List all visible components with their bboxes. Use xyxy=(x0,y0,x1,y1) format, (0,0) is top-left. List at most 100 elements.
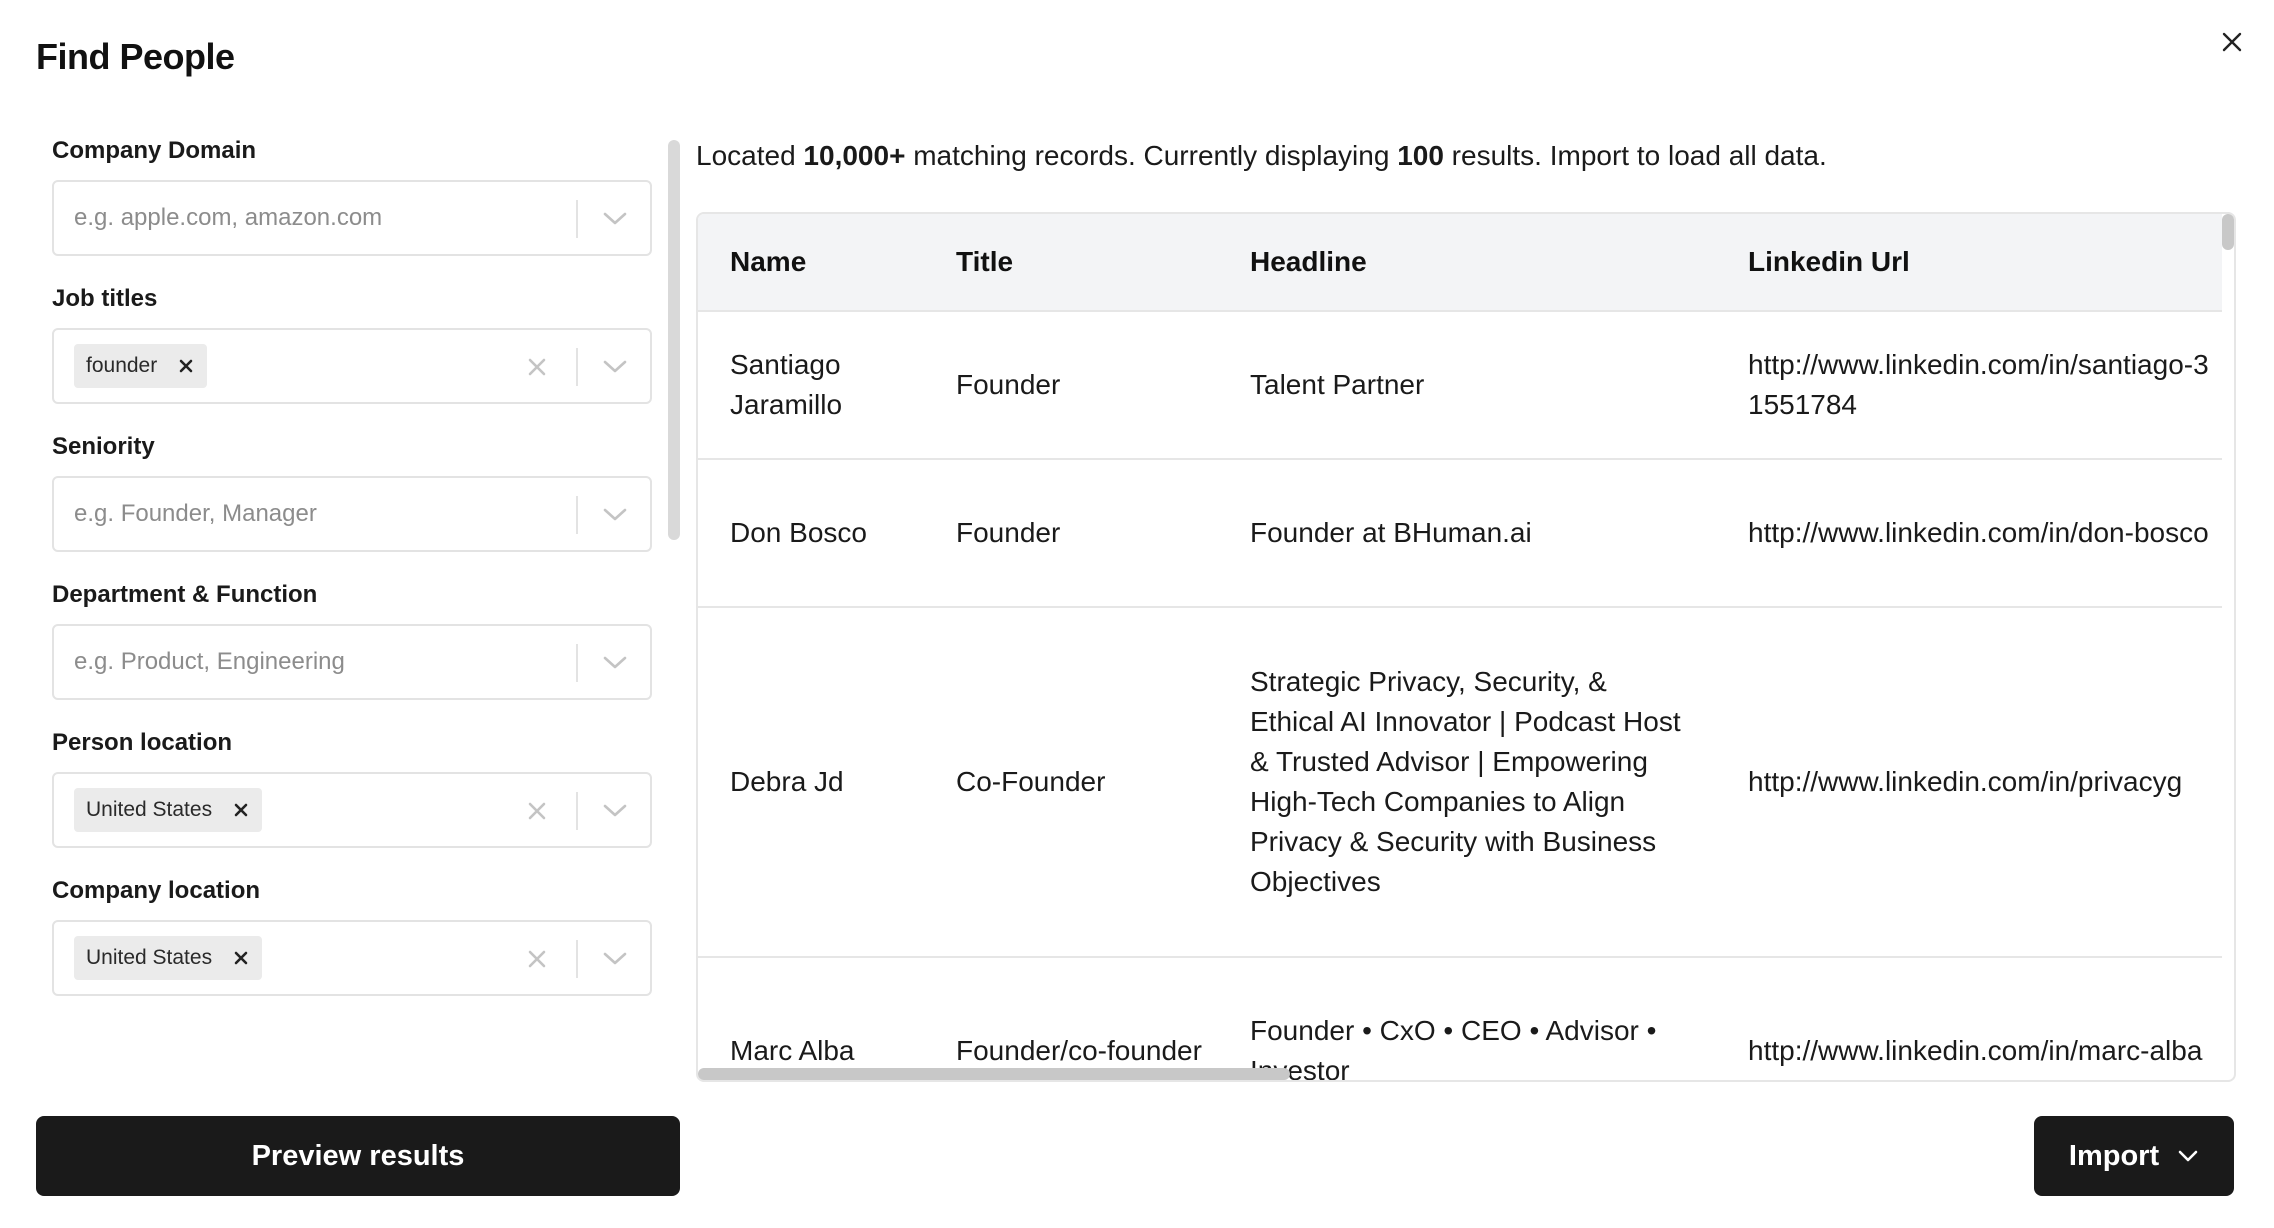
filter-label: Company location xyxy=(52,877,261,904)
select-divider xyxy=(576,348,578,386)
column-header-linkedin-url[interactable]: Linkedin Url xyxy=(1748,214,2222,310)
chevron-down-icon xyxy=(603,952,627,965)
cell-name: Don Bosco xyxy=(730,517,867,548)
table-vertical-scrollbar[interactable] xyxy=(2222,214,2234,250)
chevron-down-icon xyxy=(2178,1150,2198,1162)
filter-department-function: Department & Function e.g. Product, Engi… xyxy=(52,580,652,700)
column-header-headline[interactable]: Headline xyxy=(1250,214,1690,310)
company-location-select[interactable]: United States xyxy=(52,920,652,996)
chevron-down-icon xyxy=(603,508,627,521)
cell-name: Marc Alba xyxy=(730,1035,855,1066)
dropdown-toggle[interactable] xyxy=(598,204,632,234)
dropdown-toggle[interactable] xyxy=(598,352,632,382)
dropdown-toggle[interactable] xyxy=(598,944,632,974)
table-row[interactable]: Debra Jd Co-Founder Strategic Privacy, S… xyxy=(698,608,2222,958)
cell-headline: Founder at BHuman.ai xyxy=(1250,517,1532,548)
summary-shown: 100 xyxy=(1397,140,1444,171)
filter-label: Company Domain xyxy=(52,137,257,164)
select-divider xyxy=(576,792,578,830)
clear-button[interactable] xyxy=(520,350,554,384)
tag-remove-icon xyxy=(234,951,248,965)
select-divider xyxy=(576,200,578,238)
filters-panel: Company Domain e.g. apple.com, amazon.co… xyxy=(52,136,652,1076)
tag-label: founder xyxy=(86,354,158,377)
clear-icon xyxy=(528,802,546,820)
close-icon xyxy=(2222,32,2242,52)
job-titles-select[interactable]: founder xyxy=(52,328,652,404)
cell-linkedin-url[interactable]: http://www.linkedin.com/in/marc-alba xyxy=(1748,958,2222,1080)
cell-title: Founder xyxy=(956,517,1061,548)
table-horizontal-scrollbar[interactable] xyxy=(698,1068,1290,1080)
select-placeholder: e.g. Founder, Manager xyxy=(74,500,317,527)
filter-label: Seniority xyxy=(52,433,155,460)
select-placeholder: e.g. Product, Engineering xyxy=(74,648,345,675)
selected-tag: founder xyxy=(74,344,208,388)
filters-scrollbar[interactable] xyxy=(668,140,680,540)
clear-icon xyxy=(528,950,546,968)
summary-prefix: Located xyxy=(696,140,804,171)
import-button[interactable]: Import xyxy=(2034,1116,2234,1196)
results-table: Name Title Headline Linkedin Url Santiag… xyxy=(696,212,2236,1082)
chevron-down-icon xyxy=(603,804,627,817)
tag-label: United States xyxy=(86,946,213,969)
department-select[interactable]: e.g. Product, Engineering xyxy=(52,624,652,700)
clear-icon xyxy=(528,358,546,376)
cell-title: Co-Founder xyxy=(956,766,1106,797)
column-header-title[interactable]: Title xyxy=(956,214,1216,310)
chevron-down-icon xyxy=(603,212,627,225)
select-divider xyxy=(576,940,578,978)
preview-results-label: Preview results xyxy=(251,1139,465,1172)
cell-headline: Talent Partner xyxy=(1250,369,1425,400)
dropdown-toggle[interactable] xyxy=(598,648,632,678)
dropdown-toggle[interactable] xyxy=(598,796,632,826)
table-row[interactable]: Santiago Jaramillo Founder Talent Partne… xyxy=(698,312,2222,460)
company-domain-select[interactable]: e.g. apple.com, amazon.com xyxy=(52,180,652,256)
clear-button[interactable] xyxy=(520,794,554,828)
summary-middle: matching records. Currently displaying xyxy=(905,140,1398,171)
tag-remove-icon xyxy=(179,359,193,373)
select-divider xyxy=(576,644,578,682)
table-header: Name Title Headline Linkedin Url xyxy=(698,214,2222,312)
person-location-select[interactable]: United States xyxy=(52,772,652,848)
close-button[interactable] xyxy=(2212,22,2252,62)
cell-linkedin-url[interactable]: http://www.linkedin.com/in/santiago-3155… xyxy=(1748,312,2222,458)
cell-linkedin-url[interactable]: http://www.linkedin.com/in/privacyg xyxy=(1748,608,2222,956)
filter-label: Department & Function xyxy=(52,581,318,608)
select-divider xyxy=(576,496,578,534)
results-summary: Located 10,000+ matching records. Curren… xyxy=(696,140,1827,172)
cell-title: Founder/co-founder xyxy=(956,1035,1202,1066)
chevron-down-icon xyxy=(603,656,627,669)
filter-label: Job titles xyxy=(52,285,158,312)
dropdown-toggle[interactable] xyxy=(598,500,632,530)
filter-person-location: Person location United States xyxy=(52,728,652,848)
table-row[interactable]: Don Bosco Founder Founder at BHuman.ai h… xyxy=(698,460,2222,608)
summary-total: 10,000+ xyxy=(803,140,906,171)
cell-name: Santiago Jaramillo xyxy=(730,349,843,420)
selected-tag: United States xyxy=(74,788,263,832)
tag-remove-button[interactable] xyxy=(230,947,252,969)
tag-remove-button[interactable] xyxy=(175,355,197,377)
cell-headline: Founder • CxO • CEO • Advisor • Investor xyxy=(1250,1015,1657,1082)
tag-label: United States xyxy=(86,798,213,821)
filter-company-domain: Company Domain e.g. apple.com, amazon.co… xyxy=(52,136,652,256)
seniority-select[interactable]: e.g. Founder, Manager xyxy=(52,476,652,552)
clear-button[interactable] xyxy=(520,942,554,976)
cell-name: Debra Jd xyxy=(730,766,844,797)
filter-seniority: Seniority e.g. Founder, Manager xyxy=(52,432,652,552)
filter-job-titles: Job titles founder xyxy=(52,284,652,404)
chevron-down-icon xyxy=(603,360,627,373)
filter-company-location: Company location United States xyxy=(52,876,652,996)
table-row[interactable]: Marc Alba Founder/co-founder Founder • C… xyxy=(698,958,2222,1082)
summary-suffix: results. Import to load all data. xyxy=(1443,140,1827,171)
tag-remove-button[interactable] xyxy=(230,799,252,821)
cell-headline: Strategic Privacy, Security, & Ethical A… xyxy=(1250,666,1681,897)
selected-tag: United States xyxy=(74,936,263,980)
dialog-title: Find People xyxy=(36,36,235,77)
filter-label: Person location xyxy=(52,729,233,756)
column-header-name[interactable]: Name xyxy=(730,214,930,310)
preview-results-button[interactable]: Preview results xyxy=(36,1116,680,1196)
tag-remove-icon xyxy=(234,803,248,817)
cell-title: Founder xyxy=(956,369,1061,400)
cell-linkedin-url[interactable]: http://www.linkedin.com/in/don-bosco xyxy=(1748,460,2222,606)
select-placeholder: e.g. apple.com, amazon.com xyxy=(74,204,383,231)
